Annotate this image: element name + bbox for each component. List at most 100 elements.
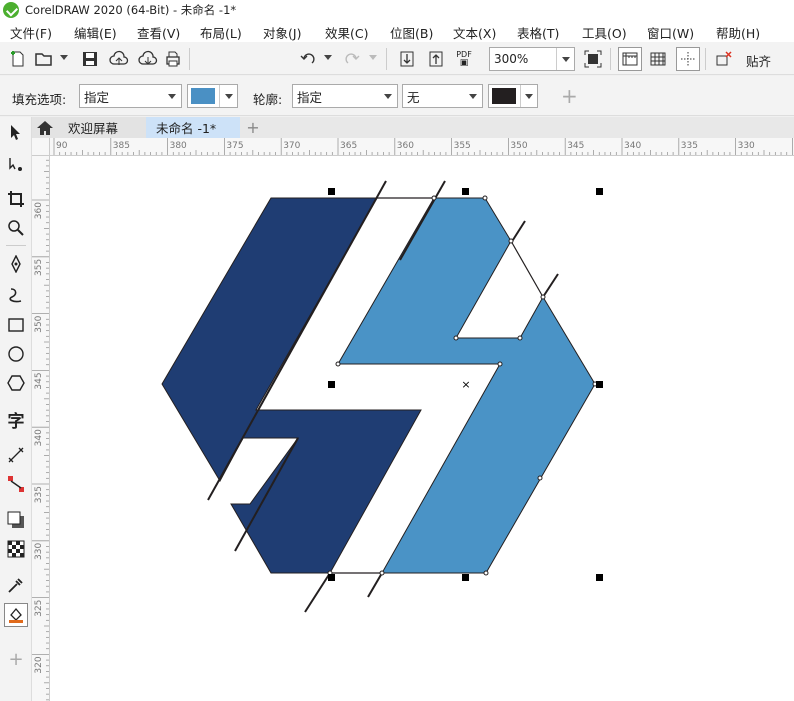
show-rulers-icon[interactable] bbox=[618, 47, 642, 71]
horizontal-ruler[interactable]: 9038538037537036536035535034534033533032 bbox=[50, 138, 794, 156]
undo-icon[interactable] bbox=[296, 47, 320, 71]
tab-document[interactable]: 未命名 -1* bbox=[146, 117, 240, 138]
freehand-pen-tool-icon[interactable] bbox=[4, 252, 28, 276]
ruler-tick-label: 325 bbox=[34, 600, 44, 617]
menu-window[interactable]: 窗口(W) bbox=[647, 23, 694, 42]
outline-width-dropdown-icon[interactable] bbox=[464, 85, 482, 107]
selection-handle-bottom[interactable] bbox=[462, 574, 469, 581]
zoom-dropdown-icon[interactable] bbox=[556, 48, 574, 70]
fill-color-swatch[interactable] bbox=[191, 88, 216, 104]
outline-type-select[interactable]: 指定 bbox=[292, 84, 398, 108]
zoom-tool-icon[interactable] bbox=[4, 216, 28, 240]
node-handle[interactable] bbox=[540, 294, 546, 300]
add-tab-icon[interactable]: + bbox=[242, 117, 264, 138]
zoom-level-value[interactable]: 300% bbox=[490, 52, 556, 66]
node-handle[interactable] bbox=[508, 238, 514, 244]
vertical-ruler[interactable]: 360 355 350 345 340 335 330 325 320 bbox=[32, 156, 50, 701]
new-document-icon[interactable] bbox=[6, 47, 30, 71]
node-handle[interactable] bbox=[517, 335, 523, 341]
selection-handle-top[interactable] bbox=[462, 188, 469, 195]
full-screen-preview-icon[interactable] bbox=[581, 47, 605, 71]
ruler-origin[interactable] bbox=[32, 138, 50, 156]
menu-layout[interactable]: 布局(L) bbox=[200, 23, 242, 42]
add-property-icon[interactable]: + bbox=[561, 84, 578, 108]
outline-color-picker[interactable] bbox=[488, 84, 538, 108]
show-guidelines-icon[interactable] bbox=[676, 47, 700, 71]
parallel-dimension-tool-icon[interactable] bbox=[4, 443, 28, 467]
add-tool-icon[interactable]: + bbox=[4, 647, 28, 671]
node-handle[interactable] bbox=[537, 475, 543, 481]
menu-bitmaps[interactable]: 位图(B) bbox=[390, 23, 433, 42]
cloud-upload-icon[interactable] bbox=[107, 47, 131, 71]
node-handle[interactable] bbox=[482, 195, 488, 201]
selection-handle-left[interactable] bbox=[328, 381, 335, 388]
open-dropdown-icon[interactable] bbox=[60, 55, 68, 60]
menu-edit[interactable]: 编辑(E) bbox=[74, 23, 117, 42]
eyedropper-tool-icon[interactable] bbox=[4, 573, 28, 597]
export-icon[interactable] bbox=[424, 47, 448, 71]
text-tool-icon[interactable]: 字 bbox=[4, 407, 28, 432]
outline-line[interactable] bbox=[542, 273, 559, 298]
connector-tool-icon[interactable] bbox=[4, 472, 28, 496]
publish-pdf-icon[interactable]: PDF ▣ bbox=[452, 47, 476, 71]
menu-tools[interactable]: 工具(O) bbox=[582, 23, 627, 42]
fill-type-select[interactable]: 指定 bbox=[79, 84, 182, 108]
drawing-artwork[interactable]: × bbox=[50, 156, 794, 701]
fill-color-dropdown-icon[interactable] bbox=[219, 85, 237, 107]
cloud-download-icon[interactable] bbox=[136, 47, 160, 71]
selection-center-marker[interactable]: × bbox=[461, 378, 470, 391]
fill-color-picker[interactable] bbox=[187, 84, 238, 108]
menu-table[interactable]: 表格(T) bbox=[517, 23, 559, 42]
snap-off-icon[interactable] bbox=[712, 47, 736, 71]
zoom-level-combobox[interactable]: 300% bbox=[489, 47, 575, 71]
save-icon[interactable] bbox=[78, 47, 102, 71]
menu-effects[interactable]: 效果(C) bbox=[325, 23, 368, 42]
node-handle[interactable] bbox=[497, 361, 503, 367]
drop-shadow-tool-icon[interactable] bbox=[4, 508, 28, 532]
print-icon[interactable] bbox=[161, 47, 185, 71]
selection-handle-right[interactable] bbox=[596, 381, 603, 388]
selection-handle-bottom-left[interactable] bbox=[328, 574, 335, 581]
ellipse-tool-icon[interactable] bbox=[4, 342, 28, 366]
outline-color-dropdown-icon[interactable] bbox=[519, 85, 537, 107]
outline-color-swatch[interactable] bbox=[492, 88, 516, 104]
undo-dropdown-icon[interactable] bbox=[324, 55, 332, 60]
menu-file[interactable]: 文件(F) bbox=[10, 23, 52, 42]
snap-to-button[interactable]: 贴齐 bbox=[746, 51, 771, 70]
artistic-media-tool-icon[interactable] bbox=[4, 283, 28, 307]
menu-view[interactable]: 查看(V) bbox=[137, 23, 180, 42]
menu-text[interactable]: 文本(X) bbox=[453, 23, 496, 42]
outline-line[interactable] bbox=[367, 572, 383, 598]
node-handle[interactable] bbox=[335, 361, 341, 367]
fill-type-dropdown-icon[interactable] bbox=[163, 85, 181, 107]
selection-handle-top-left[interactable] bbox=[328, 188, 335, 195]
dark-blue-shape[interactable] bbox=[161, 197, 422, 574]
transparency-tool-icon[interactable] bbox=[4, 537, 28, 561]
open-folder-icon[interactable] bbox=[32, 47, 56, 71]
import-icon[interactable] bbox=[395, 47, 419, 71]
drawing-canvas[interactable]: × bbox=[50, 156, 794, 701]
interactive-fill-tool-icon[interactable] bbox=[4, 603, 28, 627]
node-handle[interactable] bbox=[483, 570, 489, 576]
node-handle[interactable] bbox=[453, 335, 459, 341]
node-handle[interactable] bbox=[379, 570, 385, 576]
selection-handle-top-right[interactable] bbox=[596, 188, 603, 195]
shape-tool-icon[interactable] bbox=[4, 153, 28, 177]
outline-type-dropdown-icon[interactable] bbox=[379, 85, 397, 107]
menu-object[interactable]: 对象(J) bbox=[263, 23, 301, 42]
ruler-tick-label: 355 bbox=[454, 141, 471, 151]
node-handle[interactable] bbox=[431, 195, 437, 201]
tab-welcome-screen[interactable]: 欢迎屏幕 bbox=[32, 117, 146, 138]
crop-tool-icon[interactable] bbox=[4, 187, 28, 211]
outline-width-select[interactable]: 无 bbox=[402, 84, 483, 108]
ruler-tick-label: 345 bbox=[34, 372, 44, 389]
outline-line[interactable] bbox=[304, 572, 331, 613]
redo-icon[interactable] bbox=[340, 47, 364, 71]
pick-tool-icon[interactable] bbox=[4, 121, 28, 145]
menu-help[interactable]: 帮助(H) bbox=[716, 23, 760, 42]
polygon-tool-icon[interactable] bbox=[4, 371, 28, 395]
show-grid-icon[interactable] bbox=[646, 47, 670, 71]
rectangle-tool-icon[interactable] bbox=[4, 313, 28, 337]
selection-handle-bottom-right[interactable] bbox=[596, 574, 603, 581]
outline-line[interactable] bbox=[510, 240, 544, 298]
